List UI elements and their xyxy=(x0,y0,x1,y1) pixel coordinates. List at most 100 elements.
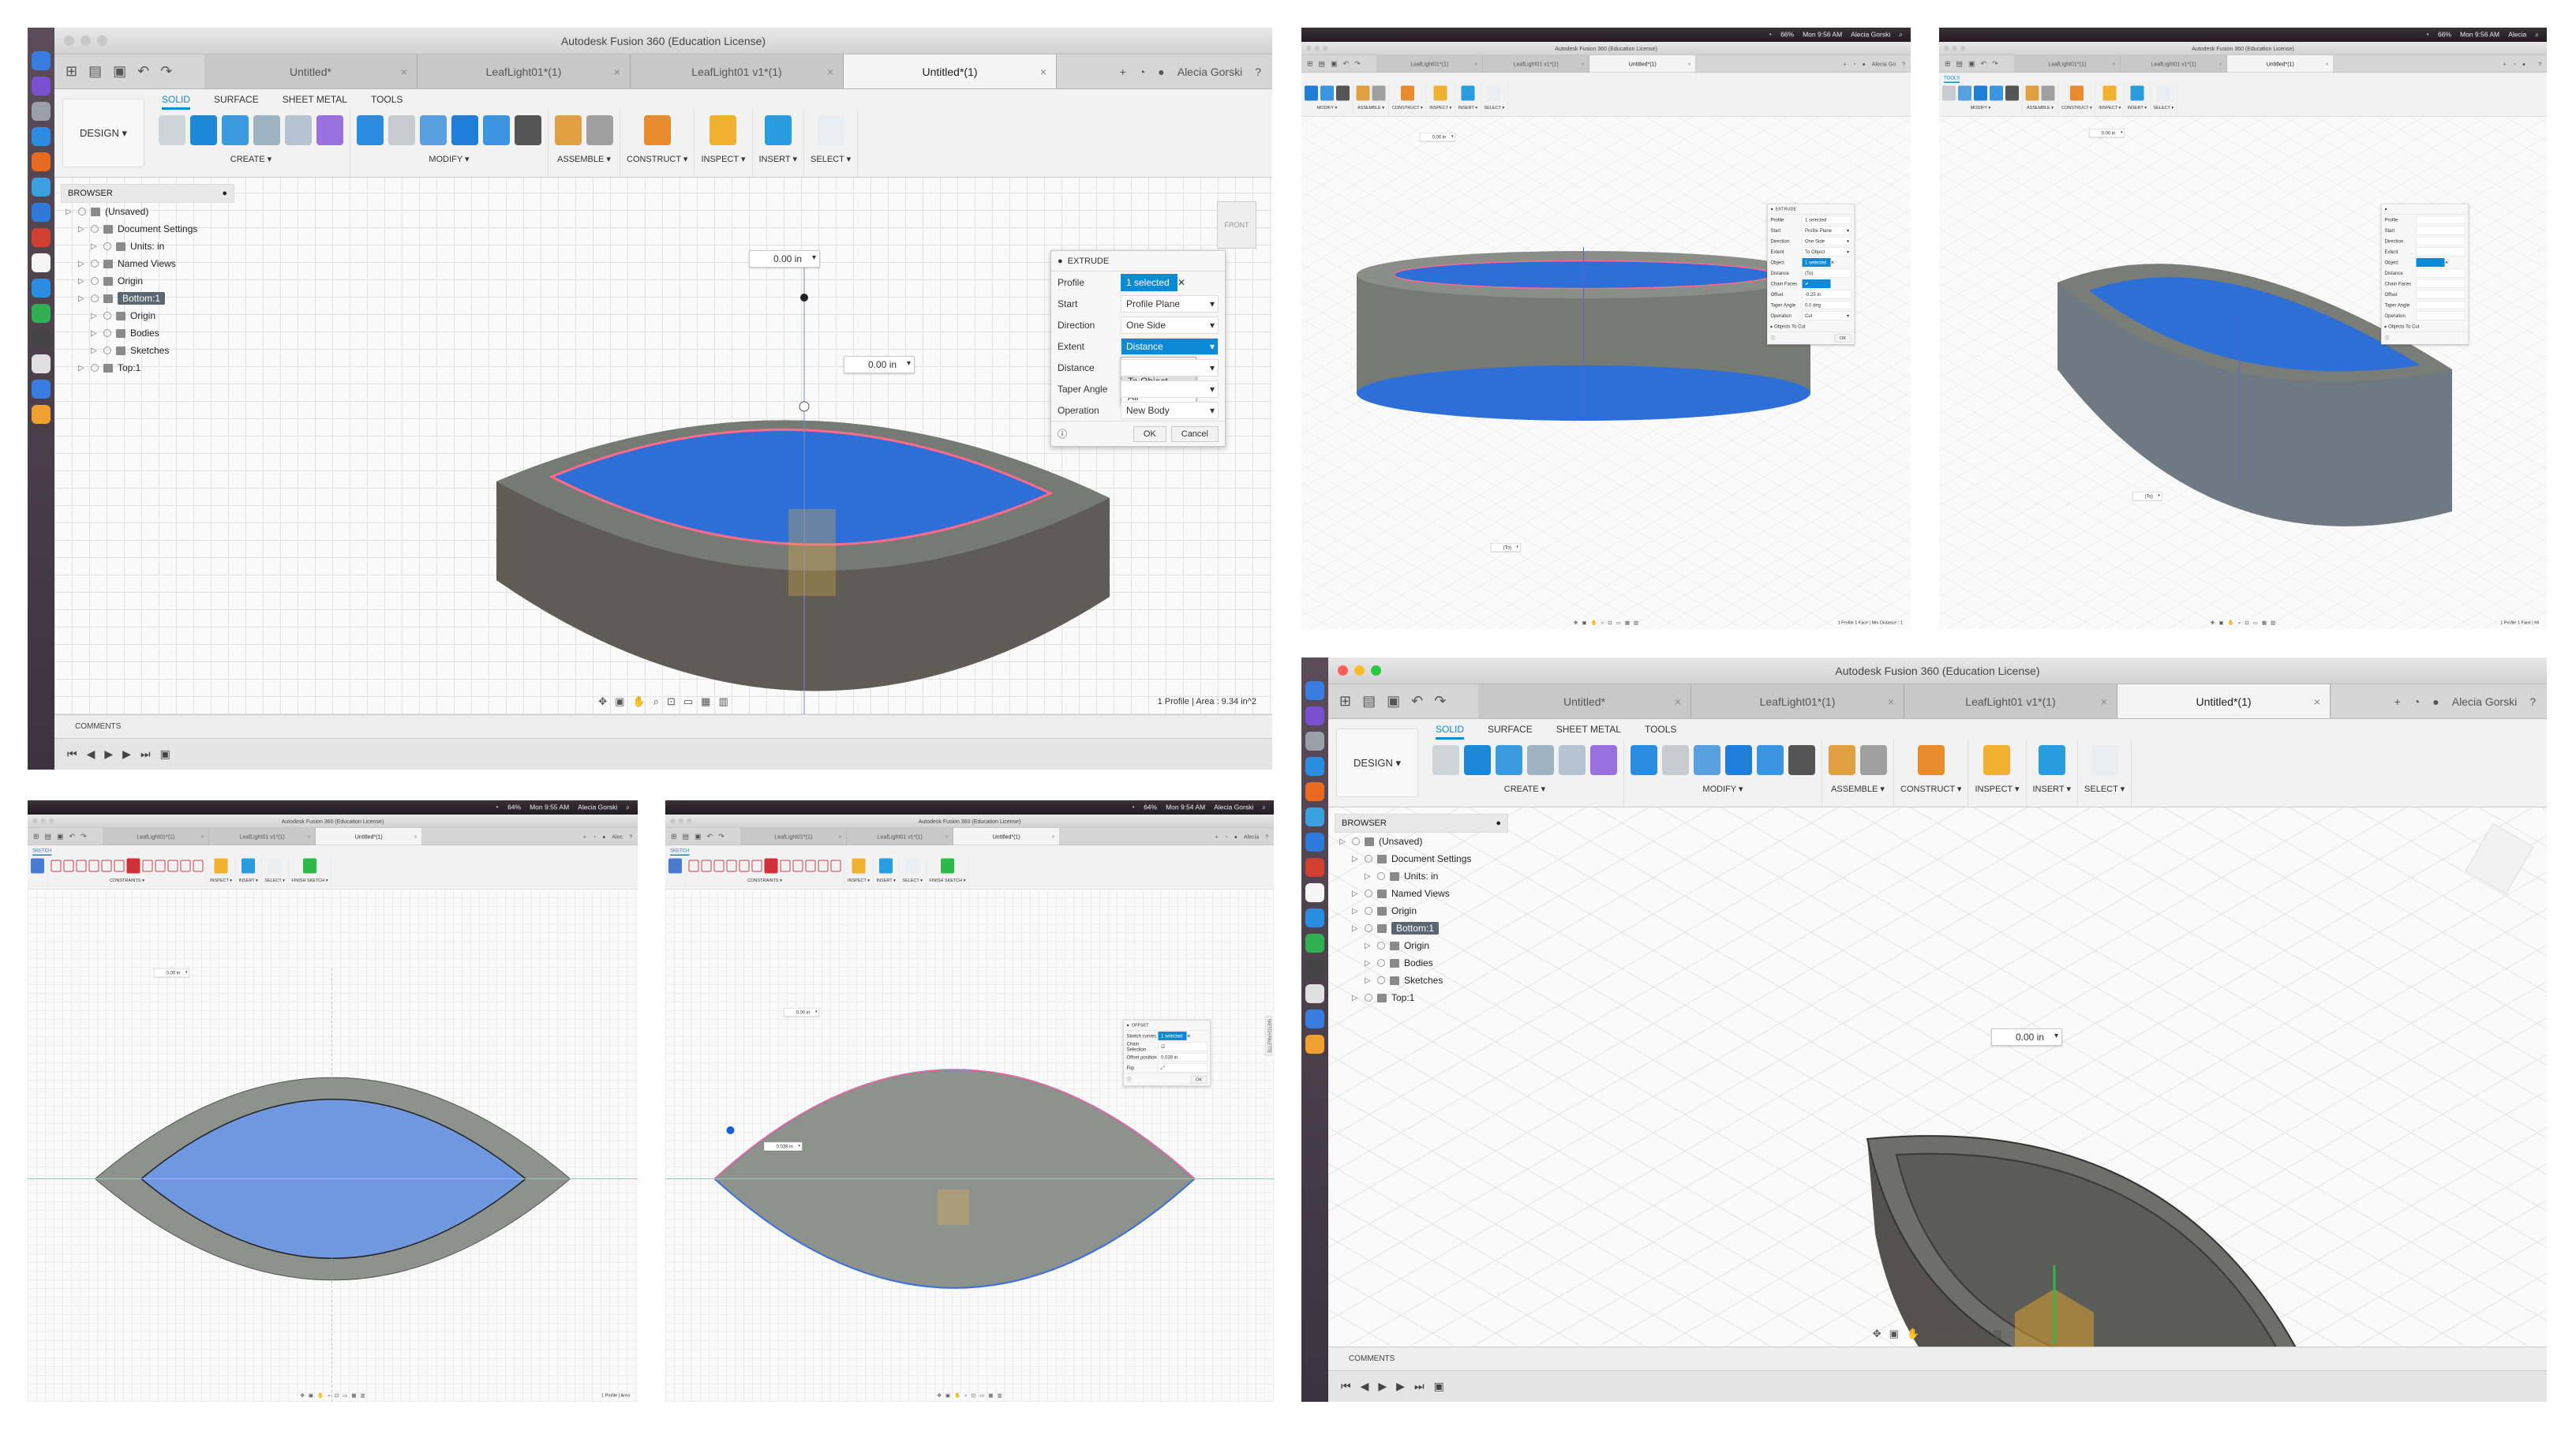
display-settings-icon[interactable]: ▭ xyxy=(2253,620,2258,626)
expand-arrow-icon[interactable]: ▷ xyxy=(1352,855,1360,863)
browser-item[interactable]: ▷ Bodies xyxy=(1335,954,1508,972)
grid-icon[interactable]: ▦ xyxy=(701,695,710,708)
app-grid-icon[interactable]: ⊞ xyxy=(33,833,39,841)
fix-icon[interactable] xyxy=(51,860,62,872)
zoom-icon[interactable]: ⌕ xyxy=(653,695,659,708)
visibility-icon[interactable] xyxy=(1365,907,1372,915)
dialog-field[interactable] xyxy=(1121,358,1219,376)
dialog-expander[interactable]: ▸ Objects To Cut xyxy=(2385,324,2420,329)
zoom-icon[interactable]: ⌕ xyxy=(2238,620,2241,626)
viewport[interactable]: BROWSER ● ▷ (Unsaved) ▷ Document Settings ▷ Uni… xyxy=(54,178,1272,714)
document-tab[interactable]: LeafLight01 v1*(1) × xyxy=(631,54,844,88)
spotlight-icon[interactable]: ⌕ xyxy=(1899,31,1903,39)
dialog-field[interactable] xyxy=(2416,268,2466,278)
sketch-icon[interactable] xyxy=(1432,745,1459,775)
view-cube[interactable]: FRONT xyxy=(1217,201,1256,249)
tab-close-icon[interactable]: × xyxy=(1687,61,1690,67)
look-at-icon[interactable]: ▣ xyxy=(615,695,624,708)
redo-icon[interactable]: ↷ xyxy=(160,63,172,80)
dock-app-icon[interactable] xyxy=(32,380,51,399)
file-icon[interactable]: ▤ xyxy=(88,63,102,80)
redo-icon[interactable]: ↷ xyxy=(1434,693,1446,710)
dimension-input[interactable]: 0.039 in xyxy=(764,1142,803,1151)
ribbon-tab[interactable]: SOLID xyxy=(162,94,191,110)
timeline-play-icon[interactable]: ▶ xyxy=(104,747,113,761)
document-tab[interactable]: LeafLight01 v1*(1) × xyxy=(1483,55,1589,73)
new-tab-icon[interactable]: + xyxy=(2503,61,2507,67)
zoom-button[interactable] xyxy=(1371,665,1381,676)
tab-close-icon[interactable]: × xyxy=(945,834,948,840)
app-grid-icon[interactable]: ⊞ xyxy=(66,63,77,80)
clear-selection-icon[interactable]: ✕ xyxy=(1187,1033,1191,1039)
look-at-icon[interactable]: ▣ xyxy=(1889,1328,1899,1340)
grid-icon[interactable]: ▦ xyxy=(1625,620,1630,626)
dialog-expander[interactable]: ▸ Objects To Cut xyxy=(1771,324,1806,329)
chamfer-icon[interactable] xyxy=(1694,745,1720,775)
ribbon-tab[interactable]: TOOLS xyxy=(1944,75,1960,83)
coincident-icon[interactable] xyxy=(63,860,74,872)
dialog-field[interactable]: Cut xyxy=(1802,311,1852,320)
tab-close-icon[interactable]: × xyxy=(1051,834,1054,840)
move-icon[interactable] xyxy=(1336,85,1350,101)
insert-image-icon[interactable] xyxy=(879,858,893,874)
info-icon[interactable]: ⓘ xyxy=(1771,335,1776,342)
browser-item[interactable]: ▷ Units: in xyxy=(1335,867,1508,885)
browser-item[interactable]: ▷ Bottom:1 xyxy=(61,290,234,307)
workspace-switcher[interactable]: DESIGN ▾ xyxy=(62,99,144,167)
redo-icon[interactable]: ↷ xyxy=(1354,60,1361,69)
viewport[interactable]: 0.00 in(To)●EXTRUDEProfile1 selectedStar… xyxy=(1301,117,1911,629)
zoom-button[interactable] xyxy=(1960,46,1966,51)
tool-group-label[interactable]: ASSEMBLE ▾ xyxy=(2027,105,2054,111)
tool-group-label[interactable]: SELECT ▾ xyxy=(1485,105,1505,111)
visibility-icon[interactable] xyxy=(1377,872,1385,880)
grid-icon[interactable]: ▦ xyxy=(351,1392,356,1399)
form-icon[interactable] xyxy=(316,115,343,145)
extrude-icon[interactable] xyxy=(190,115,217,145)
job-status-icon[interactable]: ◔ xyxy=(1139,66,1145,78)
pan-icon[interactable]: ✋ xyxy=(1590,620,1597,626)
grid-icon[interactable]: ▦ xyxy=(2262,620,2267,626)
pan-icon[interactable]: ✋ xyxy=(954,1392,960,1399)
dialog-field[interactable]: ⤢ xyxy=(1158,1063,1208,1073)
zoom-icon[interactable]: ⌕ xyxy=(328,1392,331,1399)
ok-button[interactable]: OK xyxy=(1834,334,1852,343)
equal-icon[interactable] xyxy=(88,860,99,872)
help-icon[interactable]: ? xyxy=(2538,61,2541,67)
revolve-icon[interactable] xyxy=(222,115,249,145)
tool-group-label[interactable]: INSPECT ▾ xyxy=(210,878,232,883)
select-icon[interactable] xyxy=(817,115,844,145)
equal-icon[interactable] xyxy=(726,860,737,872)
dimension-input[interactable]: (To) xyxy=(1491,543,1521,552)
clear-selection-icon[interactable]: ✕ xyxy=(2445,260,2449,265)
dialog-field[interactable]: 1 selected xyxy=(1158,1031,1187,1040)
browser-header[interactable]: BROWSER ● xyxy=(1335,814,1508,833)
tool-group-label[interactable]: INSPECT ▾ xyxy=(1975,784,2019,794)
collinear-icon[interactable] xyxy=(805,860,816,872)
select-icon[interactable] xyxy=(905,858,919,874)
minimize-button[interactable] xyxy=(1952,46,1957,51)
dialog-field[interactable]: ✔ xyxy=(1802,279,1831,288)
viewport[interactable]: 0.00 in0.039 inSKETCH PALETTE●OFFSETSket… xyxy=(665,890,1274,1402)
dialog-field[interactable]: -0.25 in xyxy=(1802,290,1852,299)
file-icon[interactable]: ▤ xyxy=(1319,60,1326,69)
perpendicular-icon[interactable] xyxy=(114,860,125,872)
dialog-field[interactable] xyxy=(2416,311,2466,320)
tool-group-label[interactable]: CONSTRAINTS ▾ xyxy=(747,878,782,883)
tab-close-icon[interactable]: × xyxy=(401,66,407,78)
tab-close-icon[interactable]: × xyxy=(1040,66,1046,78)
undo-icon[interactable]: ↶ xyxy=(1981,60,1987,69)
look-at-icon[interactable]: ▣ xyxy=(945,1392,950,1399)
file-icon[interactable]: ▤ xyxy=(45,833,52,841)
dock-app-icon[interactable] xyxy=(32,178,51,197)
tool-group-label[interactable]: INSERT ▾ xyxy=(2033,784,2072,794)
help-icon[interactable]: ? xyxy=(2529,695,2536,708)
ok-button[interactable]: OK xyxy=(1133,425,1166,442)
measure-icon[interactable] xyxy=(710,115,737,145)
expand-arrow-icon[interactable]: ▷ xyxy=(1352,890,1360,898)
dock-app-icon[interactable] xyxy=(32,77,51,96)
dock-app-icon[interactable] xyxy=(32,152,51,171)
tangent-icon[interactable] xyxy=(76,860,87,872)
new-component-icon[interactable] xyxy=(555,115,582,145)
tab-close-icon[interactable]: × xyxy=(1888,695,1894,708)
tab-close-icon[interactable]: × xyxy=(614,66,620,78)
